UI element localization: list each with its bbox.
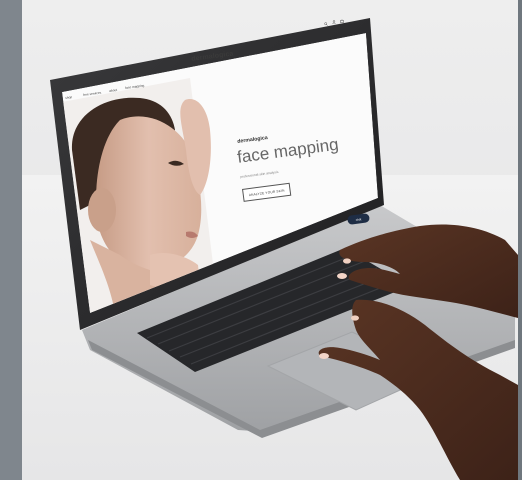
chat-button-label: chat — [355, 216, 362, 222]
search-icon[interactable] — [324, 22, 328, 26]
analyze-skin-button-label: ANALYZE YOUR SKIN — [248, 187, 285, 197]
right-frame-border — [518, 0, 522, 480]
photo-scene: dermalogica shop free services about fac… — [0, 0, 522, 480]
bag-icon[interactable] — [340, 19, 344, 23]
account-icon[interactable] — [332, 20, 336, 24]
table-surface — [22, 175, 520, 480]
left-frame-border — [0, 0, 22, 480]
